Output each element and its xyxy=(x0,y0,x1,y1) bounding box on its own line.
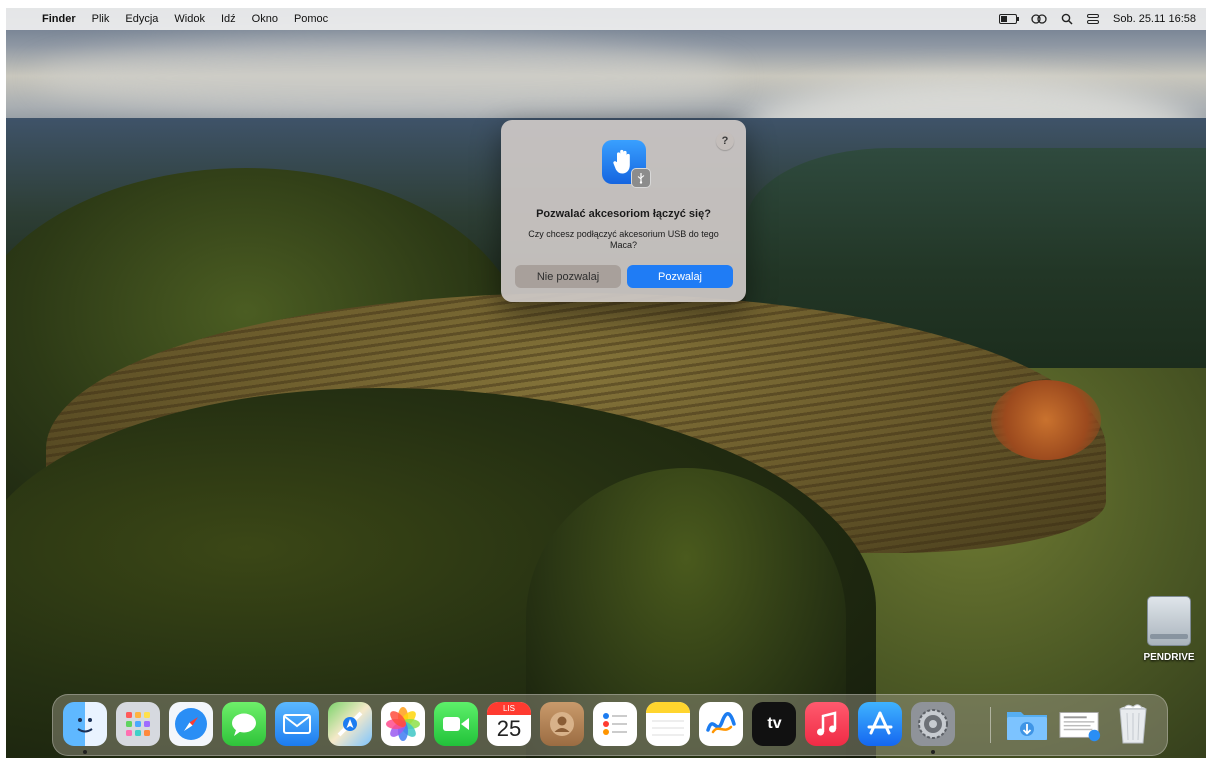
spotlight-search-icon[interactable] xyxy=(1061,13,1073,25)
usb-accessory-dialog: ? Pozwalać akcesoriom łączyć się? Czy ch… xyxy=(501,120,746,302)
dock-messages-icon[interactable] xyxy=(222,702,266,746)
usb-icon xyxy=(631,168,651,188)
allow-button[interactable]: Pozwalaj xyxy=(627,265,733,288)
dock-downloads-folder-icon[interactable] xyxy=(1005,702,1049,746)
dock-finder-icon[interactable] xyxy=(63,702,107,746)
apple-menu-icon[interactable] xyxy=(20,8,34,30)
dock-reminders-icon[interactable] xyxy=(593,702,637,746)
menu-item-idz[interactable]: Idź xyxy=(213,8,244,30)
calendar-day: 25 xyxy=(496,716,522,741)
desktop-screen: Finder Plik Edycja Widok Idź Okno Pomoc … xyxy=(6,8,1206,758)
dock-mail-icon[interactable] xyxy=(275,702,319,746)
dock-contacts-icon[interactable] xyxy=(540,702,584,746)
dock-photos-icon[interactable] xyxy=(381,702,425,746)
external-drive-icon xyxy=(1147,596,1191,646)
menu-item-pomoc[interactable]: Pomoc xyxy=(286,8,336,30)
drive-label: PENDRIVE xyxy=(1143,652,1195,663)
control-center-icon[interactable] xyxy=(1087,14,1100,24)
dock-maps-icon[interactable] xyxy=(328,702,372,746)
dock-system-settings-icon[interactable] xyxy=(911,702,955,746)
dock-document-stack-icon[interactable] xyxy=(1058,702,1102,746)
dock-trash-icon[interactable] xyxy=(1111,702,1155,746)
battery-level xyxy=(1001,16,1008,22)
calendar-month: LIS xyxy=(487,702,531,715)
deny-button[interactable]: Nie pozwalaj xyxy=(515,265,621,288)
dock-tv-icon[interactable]: tv xyxy=(752,702,796,746)
wallpaper-autumn-tree xyxy=(991,380,1101,460)
tv-label: tv xyxy=(767,715,782,732)
menu-item-okno[interactable]: Okno xyxy=(244,8,286,30)
menu-app-name[interactable]: Finder xyxy=(34,8,84,30)
menu-bar: Finder Plik Edycja Widok Idź Okno Pomoc … xyxy=(6,8,1206,30)
dock-notes-icon[interactable] xyxy=(646,702,690,746)
finder-running-indicator xyxy=(83,750,87,754)
dock-separator xyxy=(990,707,991,743)
menu-item-plik[interactable]: Plik xyxy=(84,8,118,30)
dock-music-icon[interactable] xyxy=(805,702,849,746)
dialog-message: Czy chcesz podłączyć akcesorium USB do t… xyxy=(528,229,719,250)
dock-launchpad-icon[interactable] xyxy=(116,702,160,746)
dock-safari-icon[interactable] xyxy=(169,702,213,746)
dock-facetime-icon[interactable] xyxy=(434,702,478,746)
battery-icon[interactable] xyxy=(999,14,1020,24)
menu-item-edycja[interactable]: Edycja xyxy=(117,8,166,30)
help-button[interactable]: ? xyxy=(716,132,734,150)
settings-running-indicator xyxy=(931,750,935,754)
menu-item-widok[interactable]: Widok xyxy=(166,8,213,30)
dock: LIS 25 tv xyxy=(52,694,1168,756)
dock-freeform-icon[interactable] xyxy=(699,702,743,746)
dialog-title: Pozwalać akcesoriom łączyć się? xyxy=(536,208,711,220)
screen-mirroring-icon[interactable] xyxy=(1031,13,1047,25)
dock-app-store-icon[interactable] xyxy=(858,702,902,746)
dock-calendar-icon[interactable]: LIS 25 xyxy=(487,702,531,746)
menubar-clock[interactable]: Sob. 25.11 16:58 xyxy=(1113,13,1196,25)
desktop-drive-pendrive[interactable]: PENDRIVE xyxy=(1134,596,1204,663)
wallpaper-clouds xyxy=(36,38,736,118)
